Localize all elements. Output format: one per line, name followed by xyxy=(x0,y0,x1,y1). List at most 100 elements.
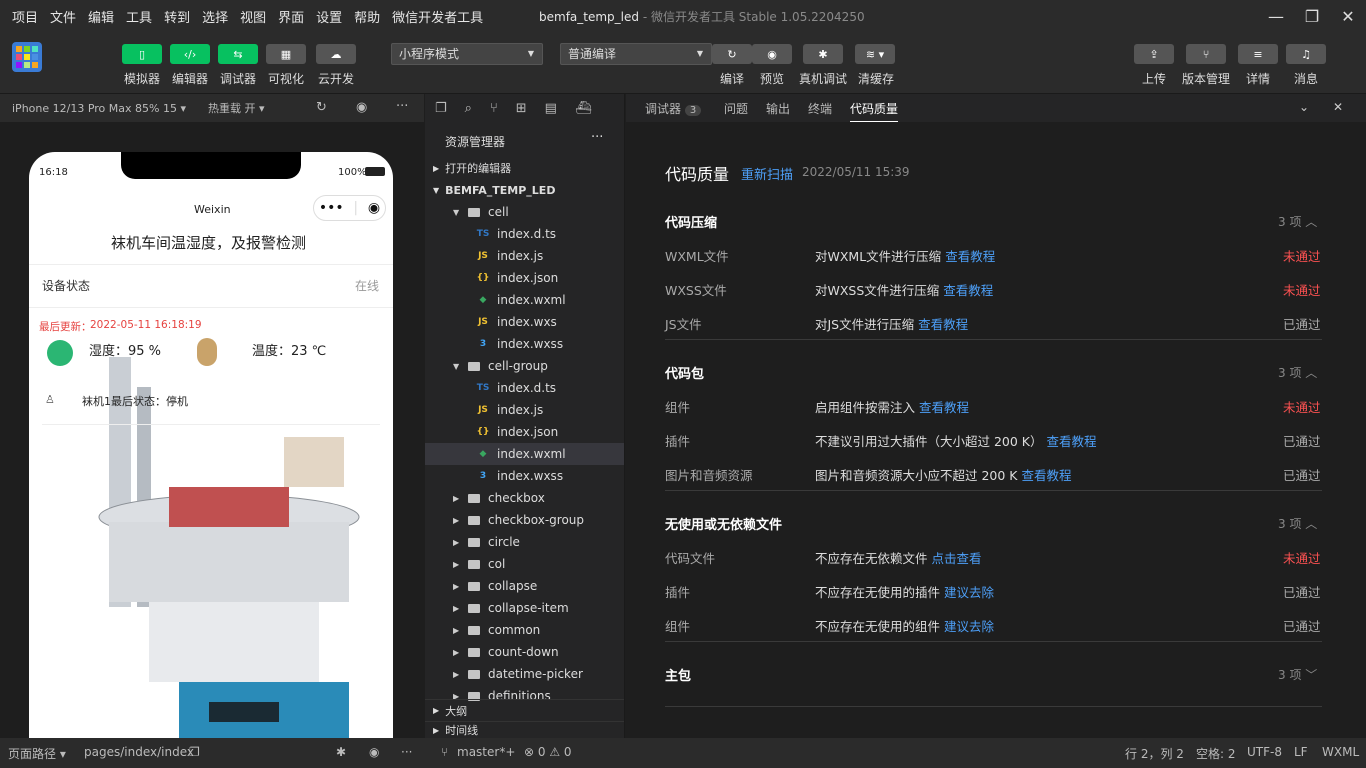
copy-icon[interactable]: ❐ xyxy=(189,745,200,759)
upload-button[interactable]: ⇪ xyxy=(1134,44,1174,64)
encoding[interactable]: UTF-8 xyxy=(1247,745,1282,759)
rule-help-link[interactable]: 查看教程 xyxy=(943,283,993,298)
tree-item[interactable]: ▶ checkbox-group xyxy=(425,509,624,531)
refresh-icon[interactable]: ↻ xyxy=(316,100,327,115)
rule-help-link[interactable]: 查看教程 xyxy=(918,317,968,332)
tree-item[interactable]: ▶ collapse xyxy=(425,575,624,597)
open-editors-section[interactable]: ▶ 打开的编辑器 xyxy=(425,157,624,179)
tree-item[interactable]: ◆ index.wxml xyxy=(425,289,624,311)
visual-toggle-button[interactable]: ▦ xyxy=(266,44,306,64)
more-icon[interactable]: ••• xyxy=(319,200,344,216)
tree-item[interactable]: ▶ common xyxy=(425,619,624,641)
eol[interactable]: LF xyxy=(1294,745,1308,759)
indentation[interactable]: 空格: 2 xyxy=(1196,745,1236,762)
rule-help-link[interactable]: 查看教程 xyxy=(945,249,995,264)
menu-item-2[interactable]: 编辑 xyxy=(88,7,114,26)
details-button[interactable]: ≡ xyxy=(1238,44,1278,64)
tree-item[interactable]: JS index.wxs xyxy=(425,311,624,333)
tree-item[interactable]: ▼ cell xyxy=(425,201,624,223)
tree-item[interactable]: TS index.d.ts xyxy=(425,377,624,399)
timeline-section[interactable]: ▶ 时间线 xyxy=(425,721,624,738)
rule-help-link[interactable]: 查看教程 xyxy=(919,400,969,415)
tab-output[interactable]: 输出 xyxy=(766,100,790,117)
tree-item[interactable]: ▶ circle xyxy=(425,531,624,553)
tree-item[interactable]: JS index.js xyxy=(425,399,624,421)
remote-debug-button[interactable]: ✱ xyxy=(803,44,843,64)
cloud-dev-button[interactable]: ☁ xyxy=(316,44,356,64)
project-section[interactable]: ▼ BEMFA_TEMP_LED xyxy=(425,179,624,201)
explorer-more-button[interactable]: ··· xyxy=(591,130,603,145)
bug-icon[interactable]: ✱ xyxy=(336,745,346,759)
menu-item-1[interactable]: 文件 xyxy=(50,7,76,26)
outline-section[interactable]: ▶ 大纲 xyxy=(425,699,624,721)
device-select[interactable]: iPhone 12/13 Pro Max 85% 15 ▾ xyxy=(12,102,186,115)
debugger-toggle-button[interactable]: ⇆ xyxy=(218,44,258,64)
eye-icon[interactable]: ◉ xyxy=(369,745,379,759)
menu-item-9[interactable]: 帮助 xyxy=(354,7,380,26)
tree-item[interactable]: TS index.d.ts xyxy=(425,223,624,245)
tree-item[interactable]: 3 index.wxss xyxy=(425,465,624,487)
tree-item[interactable]: ▶ datetime-picker xyxy=(425,663,624,685)
cursor-position[interactable]: 行 2，列 2 xyxy=(1125,745,1184,762)
section-count-toggle[interactable]: 3 项 ﹀ xyxy=(1278,666,1317,683)
hot-reload-toggle[interactable]: 热重载 开 ▾ xyxy=(208,100,265,116)
menu-item-5[interactable]: 选择 xyxy=(202,7,228,26)
simulator-toggle-button[interactable]: ▯ xyxy=(122,44,162,64)
more-icon[interactable]: ··· xyxy=(396,99,408,114)
mode-select[interactable]: 小程序模式 ▼ xyxy=(391,43,543,65)
chevron-down-icon[interactable]: ⌄ xyxy=(1299,100,1309,114)
search-icon[interactable]: ⌕ xyxy=(465,101,472,116)
capsule-menu[interactable]: ••• | ◉ xyxy=(313,195,386,221)
rescan-link[interactable]: 重新扫描 xyxy=(741,164,793,183)
rule-help-link[interactable]: 点击查看 xyxy=(932,551,982,566)
close-panel-icon[interactable]: ✕ xyxy=(1333,100,1343,114)
tree-item[interactable]: ▼ cell-group xyxy=(425,355,624,377)
source-control-icon[interactable]: ⑂ xyxy=(490,101,498,116)
rule-help-link[interactable]: 查看教程 xyxy=(1022,468,1072,483)
storage-icon[interactable]: ▤ xyxy=(545,101,557,116)
problems-count[interactable]: ⊗ 0 ⚠ 0 xyxy=(524,745,572,759)
editor-toggle-button[interactable]: ‹/› xyxy=(170,44,210,64)
compile-mode-select[interactable]: 普通编译 ▼ xyxy=(560,43,712,65)
stop-icon[interactable]: ◉ xyxy=(356,100,367,115)
menu-item-0[interactable]: 项目 xyxy=(12,7,38,26)
menu-item-8[interactable]: 设置 xyxy=(316,7,342,26)
version-control-button[interactable]: ⑂ xyxy=(1186,44,1226,64)
close-window-button[interactable]: ✕ xyxy=(1336,4,1360,28)
tree-item[interactable]: ▶ count-down xyxy=(425,641,624,663)
maximize-button[interactable]: ❐ xyxy=(1300,4,1324,28)
extensions-icon[interactable]: ⊞ xyxy=(516,101,527,116)
messages-button[interactable]: ♫ xyxy=(1286,44,1326,64)
rule-help-link[interactable]: 建议去除 xyxy=(944,619,994,634)
tree-item[interactable]: ▶ collapse-item xyxy=(425,597,624,619)
menu-item-7[interactable]: 界面 xyxy=(278,7,304,26)
section-count-toggle[interactable]: 3 项 ︿ xyxy=(1278,515,1317,532)
close-miniapp-icon[interactable]: ◉ xyxy=(368,200,380,216)
preview-button[interactable]: ◉ xyxy=(752,44,792,64)
tree-item[interactable]: JS index.js xyxy=(425,245,624,267)
tree-item[interactable]: ▶ col xyxy=(425,553,624,575)
tree-item[interactable]: ◆ index.wxml xyxy=(425,443,624,465)
menu-item-4[interactable]: 转到 xyxy=(164,7,190,26)
tree-item[interactable]: 3 index.wxss xyxy=(425,333,624,355)
compile-button[interactable]: ↻ xyxy=(712,44,752,64)
page-path-select[interactable]: 页面路径 ▾ xyxy=(8,745,66,762)
docker-icon[interactable]: ⛴ xyxy=(575,101,592,116)
section-count-toggle[interactable]: 3 项 ︿ xyxy=(1278,213,1317,230)
files-icon[interactable]: ❐ xyxy=(435,101,447,116)
tree-item[interactable]: {} index.json xyxy=(425,421,624,443)
tree-item[interactable]: ▶ checkbox xyxy=(425,487,624,509)
rule-help-link[interactable]: 查看教程 xyxy=(1047,434,1097,449)
menu-item-10[interactable]: 微信开发者工具 xyxy=(392,7,483,26)
rule-help-link[interactable]: 建议去除 xyxy=(944,585,994,600)
branch-icon[interactable]: ⑂ xyxy=(441,745,448,759)
more-icon[interactable]: ··· xyxy=(401,745,412,759)
language-mode[interactable]: WXML xyxy=(1322,745,1359,759)
tab-code-quality[interactable]: 代码质量 xyxy=(850,100,899,122)
git-branch[interactable]: master*+ xyxy=(457,745,515,759)
tree-item[interactable]: {} index.json xyxy=(425,267,624,289)
menu-item-3[interactable]: 工具 xyxy=(126,7,152,26)
minimize-button[interactable]: — xyxy=(1264,4,1288,28)
section-count-toggle[interactable]: 3 项 ︿ xyxy=(1278,364,1317,381)
tab-debugger[interactable]: 调试器 3 xyxy=(645,100,702,117)
